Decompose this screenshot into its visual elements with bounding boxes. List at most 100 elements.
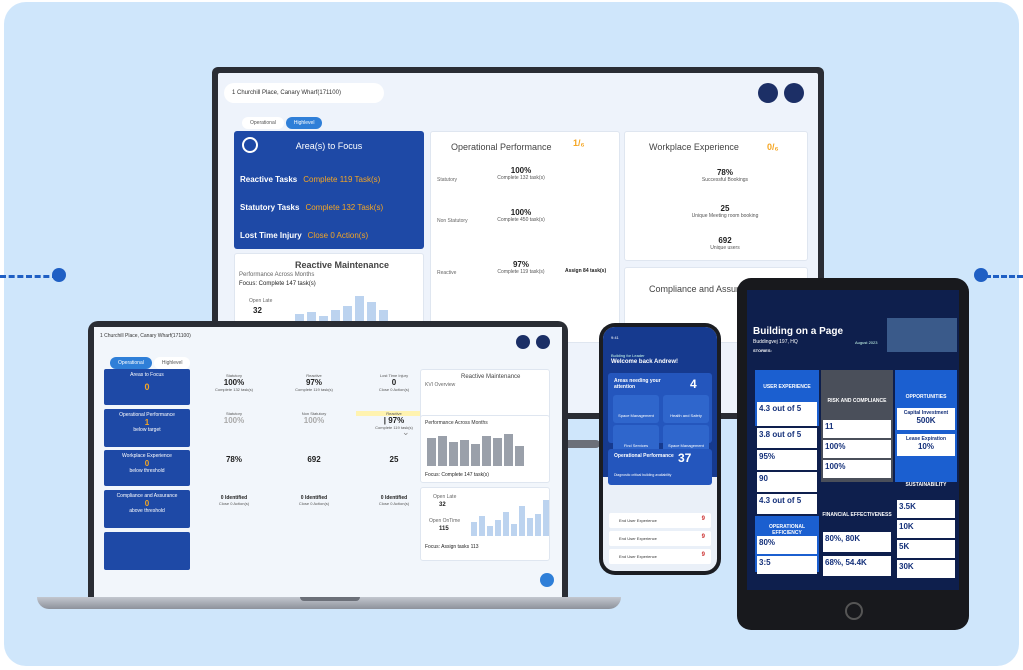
areas-to-focus-tile[interactable]: Areas to Focus 0 <box>104 369 190 405</box>
tab-operational[interactable]: Operational <box>110 357 152 369</box>
tile-sub: above threshold <box>129 508 165 514</box>
tile-value: 0 <box>144 382 150 392</box>
metric-value: 30K <box>899 562 914 571</box>
focus-text: Focus: Assign tasks 113 <box>425 544 479 550</box>
stage: 1 Churchill Place, Canary Wharf(171100) … <box>0 0 1023 670</box>
op-sub: Diagnostic critical building availabilit… <box>614 473 672 477</box>
metric-value: 500K <box>916 416 936 425</box>
avatar[interactable] <box>784 83 804 103</box>
sus-metric: 30K <box>897 560 955 578</box>
ux-metric: 95% <box>757 450 817 470</box>
focus-text: Focus: Complete 147 task(s) <box>239 281 316 287</box>
open-late-label: Open Late <box>249 298 273 304</box>
stat-value: 100% <box>303 416 325 425</box>
home-button-icon[interactable] <box>845 602 863 620</box>
tab-operational[interactable]: Operational <box>242 117 284 129</box>
list-item[interactable]: End User Experience 9 <box>609 549 711 564</box>
tile-title: Operational Performance <box>119 412 175 418</box>
row-value: 692 <box>718 236 732 245</box>
list-item[interactable]: End User Experience 9 <box>609 513 711 528</box>
op-performance-tile[interactable]: Operational Performance 1 below target <box>104 409 190 447</box>
row-label: Non Statutory <box>437 218 468 224</box>
phone: 9:41 Building for Leader Welcome back An… <box>599 323 721 575</box>
row-label: Reactive <box>437 270 457 276</box>
tile-title: Compliance and Assurance <box>116 493 178 499</box>
tab-highlevel[interactable]: Highlevel <box>153 357 191 369</box>
stat-value: 97% <box>305 378 322 387</box>
tile-sub: below threshold <box>129 468 165 474</box>
stat-sub: Close 0 Action(s) <box>218 501 250 506</box>
assign-text: Assign 84 task(s) <box>565 268 607 274</box>
welcome-text: Welcome back Andrew! <box>611 359 679 365</box>
open-bar-chart <box>471 496 549 536</box>
op-score: 1/₆ <box>573 138 585 148</box>
connector-left <box>0 275 58 278</box>
tile-value: 0 <box>144 499 150 508</box>
row-sub: Complete 132 task(s) <box>497 175 545 181</box>
row-value: 97% <box>512 260 529 269</box>
page-title: Building on a Page <box>753 326 844 337</box>
sus-metric: 10K <box>897 520 955 538</box>
fin-metric: 80%, 80K <box>823 532 891 552</box>
row-sub: Unique Meeting room booking <box>691 213 759 219</box>
laptop-screen: 1 Churchill Place, Canary Wharf(171100) … <box>94 327 562 598</box>
ux-metric: 90 <box>757 472 817 492</box>
chat-icon[interactable] <box>540 573 554 587</box>
open-late-label: Open Late <box>433 494 457 500</box>
metric-value: 80% <box>759 538 776 547</box>
oe-metric: 80% <box>757 536 817 554</box>
metric-value: 11 <box>825 422 834 431</box>
open-late-value: 32 <box>253 306 262 315</box>
stat-sub: Close 0 Action(s) <box>298 501 330 506</box>
status-time: 9:41 <box>611 335 619 340</box>
row-value: 100% <box>510 208 532 217</box>
phone-screen: 9:41 Building for Leader Welcome back An… <box>603 327 717 571</box>
building-image <box>887 318 957 352</box>
attention-count: 4 <box>690 377 697 391</box>
focus-value: Close 0 Action(s) <box>307 231 369 240</box>
location-text: 1 Churchill Place, Canary Wharf(171100) <box>232 90 341 96</box>
row-value: 9 <box>701 516 705 522</box>
ux-metric: 4.3 out of 5 <box>757 494 817 514</box>
avatar[interactable] <box>536 335 550 349</box>
opp-metric: Lease Expiration 10% <box>897 434 955 456</box>
logo-tile <box>104 532 190 570</box>
logo-icon <box>758 83 778 103</box>
op-value: 37 <box>678 451 692 465</box>
metric-value: 80%, 80K <box>825 534 861 543</box>
op-performance-card[interactable]: Operational Performance 37 Diagnostic cr… <box>608 449 712 485</box>
tile-value: 1 <box>144 418 150 427</box>
metric-value: 4.3 out of 5 <box>759 404 802 413</box>
metric-value: 90 <box>759 474 768 483</box>
compliance-tile[interactable]: Compliance and Assurance 0 above thresho… <box>104 490 190 528</box>
panel-label: OPERATIONAL EFFICIENCY <box>768 524 806 536</box>
stat-sub: Complete 119 task(s) <box>295 387 333 392</box>
row-value: 78% <box>716 168 733 177</box>
card-title: Workplace Experience <box>649 142 739 152</box>
tab-highlevel[interactable]: Highlevel <box>285 117 323 129</box>
health-safety-button[interactable]: Health and Safety <box>663 395 709 423</box>
tablet: Building on a Page Buddingvej 197, HQ Au… <box>737 278 969 630</box>
view-toggle: Operational Highlevel <box>110 357 191 369</box>
list-item[interactable]: End User Experience 9 <box>609 531 711 546</box>
panel-label: RISK AND COMPLIANCE <box>827 398 887 404</box>
stat-value: 25 <box>389 455 399 464</box>
open-late-panel: Open Late 32 Open OnTime 115 Focus: Assi… <box>420 487 550 561</box>
oe-metric: 3:5 <box>757 556 817 574</box>
laptop-notch <box>300 597 360 601</box>
connector-right <box>985 275 1023 278</box>
tablet-screen: Building on a Page Buddingvej 197, HQ Au… <box>747 290 959 590</box>
sus-metric: 3.5K <box>897 500 955 518</box>
risk-metric: 11 <box>823 420 891 438</box>
metric-value: 4.3 out of 5 <box>759 496 802 505</box>
location-selector[interactable]: 1 Churchill Place, Canary Wharf(171100) <box>224 83 384 103</box>
chevron-down-icon[interactable]: ⌄ <box>402 427 410 438</box>
stat-value: 0 <box>391 378 397 387</box>
focus-panel: Area(s) to Focus Reactive Tasks Complete … <box>234 131 424 249</box>
space-management-button[interactable]: Space Management <box>613 395 659 423</box>
stat-value: 78% <box>225 455 242 464</box>
workplace-tile[interactable]: Workplace Experience 0 below threshold <box>104 450 190 486</box>
row-label: End User Experience <box>619 554 657 559</box>
stat-value: 100% <box>223 416 245 425</box>
ux-metric: 3.8 out of 5 <box>757 428 817 448</box>
